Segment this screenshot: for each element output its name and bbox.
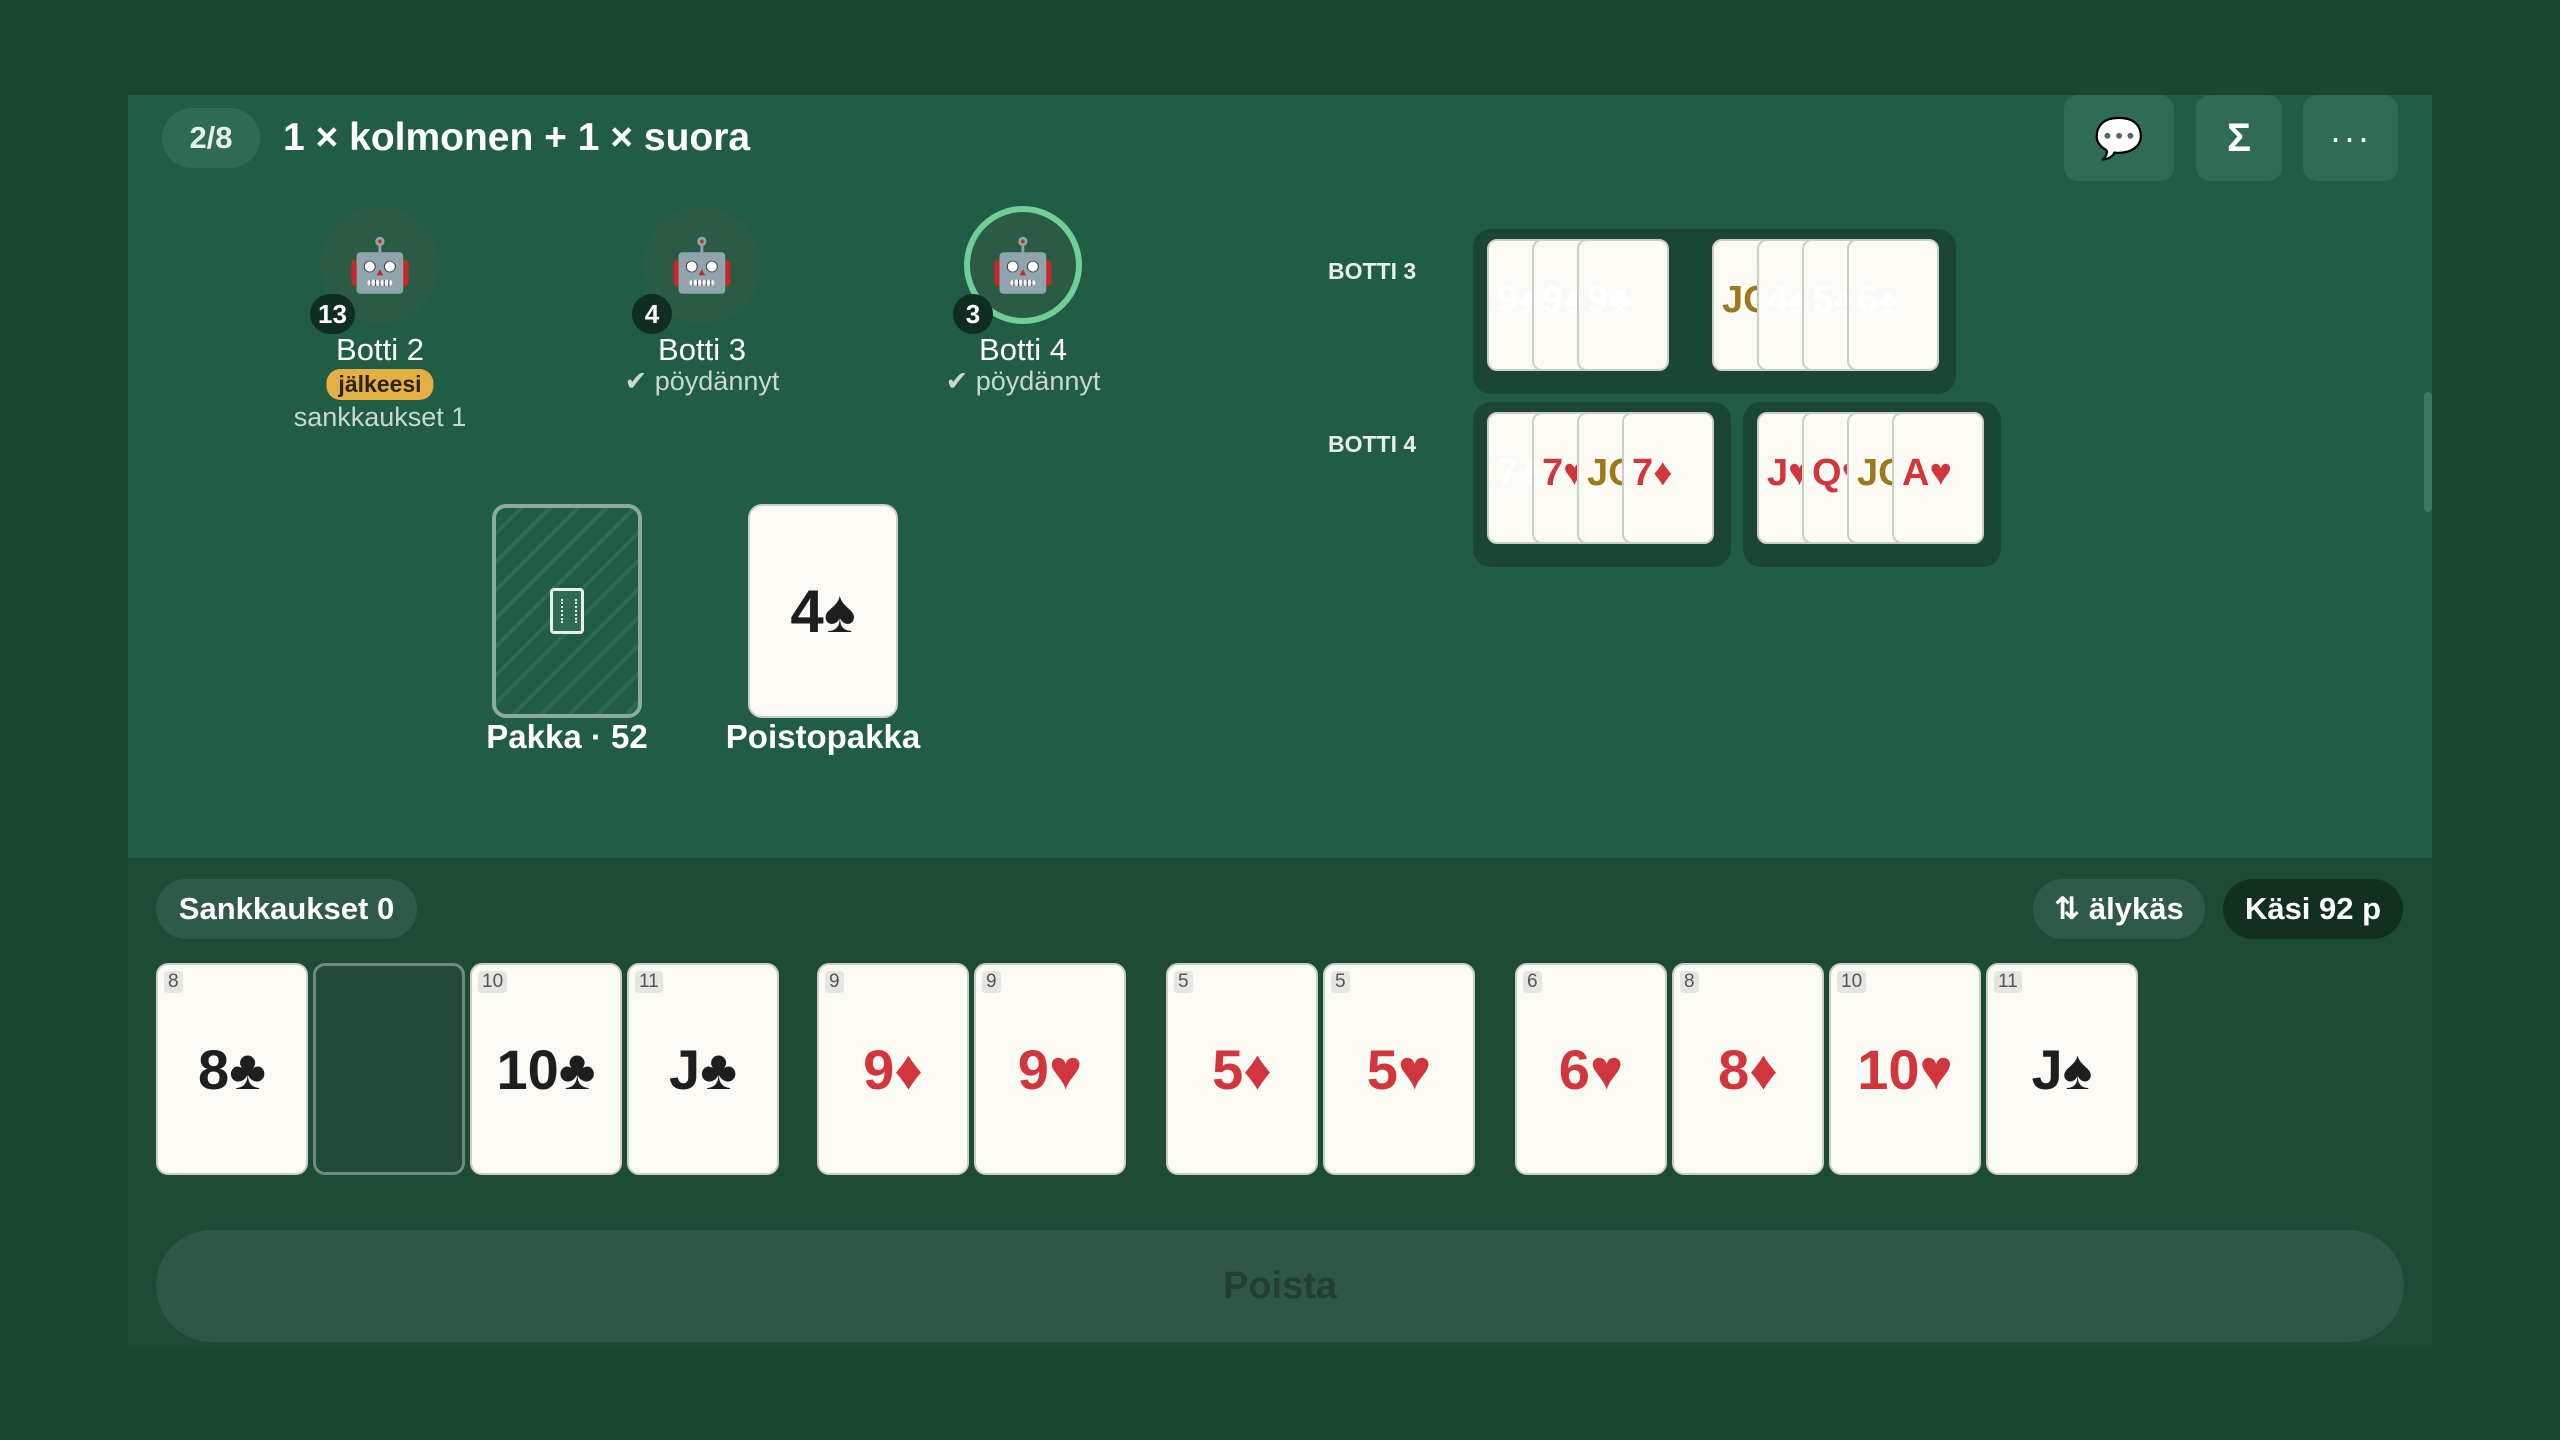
hand-card[interactable]: 8 8♦ <box>1672 963 1824 1175</box>
more-icon: ··· <box>2329 117 2372 158</box>
meld-group[interactable]: 7♣ 7♥ JOKERI 7♦ <box>1473 402 1731 567</box>
card-face: 5♥ <box>1366 1037 1432 1101</box>
hand-card-slot-empty[interactable] <box>313 963 465 1175</box>
card-face: J♠ <box>2031 1037 2093 1101</box>
scrollbar-handle[interactable] <box>2424 392 2432 512</box>
card-value-corner: 6 <box>1523 971 1542 993</box>
meld-label-botti-3: BOTTI 3 <box>1328 258 1417 284</box>
hand-points-badge: Käsi 92 p <box>2223 879 2403 939</box>
card-face: 9♥ <box>1017 1037 1083 1101</box>
sigma-icon: Σ <box>2226 115 2251 160</box>
card-count-badge: 13 <box>310 294 355 334</box>
card-deck-icon <box>550 588 584 634</box>
card-face: 8♦ <box>1718 1037 1778 1101</box>
card-face: 9♦ <box>863 1037 923 1101</box>
discard-button[interactable]: Poista <box>156 1230 2404 1342</box>
card-face: 5♦ <box>1212 1037 1272 1101</box>
meld-card: A♥ <box>1892 412 1984 544</box>
chat-icon: 💬 <box>2094 116 2144 161</box>
meld-label-botti-4: BOTTI 4 <box>1328 431 1417 457</box>
meld-card: 9♣ <box>1577 239 1669 371</box>
player-name: Botti 4 <box>979 332 1067 367</box>
card-face: 10♣ <box>496 1037 596 1101</box>
hand-card[interactable]: 11 J♠ <box>1986 963 2138 1175</box>
meld-group[interactable]: JOKERI 4♠ 5♠ 6♠ <box>1698 229 1956 394</box>
card-count-badge: 3 <box>953 294 993 334</box>
meld-group[interactable]: J♥ Q♥ JOKERI A♥ <box>1743 402 2001 567</box>
more-menu-button[interactable]: ··· <box>2303 95 2398 181</box>
meld-card: 7♦ <box>1622 412 1714 544</box>
card-value-corner: 5 <box>1174 971 1193 993</box>
card-face: 10♥ <box>1857 1037 1953 1101</box>
hand-card[interactable]: 10 10♣ <box>470 963 622 1175</box>
sankkaukset-counter: Sankkaukset 0 <box>156 879 417 939</box>
player-name: Botti 3 <box>658 332 746 367</box>
card-value-corner: 8 <box>1680 971 1699 993</box>
card-value-corner: 5 <box>1331 971 1350 993</box>
card-value-corner: 11 <box>1994 971 2022 993</box>
opponent-botti-4: 🤖 3 Botti 4 ✔ pöydännyt <box>913 206 1133 406</box>
discard-pile-label: Poistopakka <box>725 718 921 755</box>
scores-button[interactable]: Σ <box>2196 95 2282 181</box>
hand-card[interactable]: 8 8♣ <box>156 963 308 1175</box>
card-face: J♣ <box>669 1037 737 1101</box>
card-value-corner: 10 <box>1837 971 1867 993</box>
hand-card[interactable]: 9 9♦ <box>817 963 969 1175</box>
card-face: 6♥ <box>1558 1037 1624 1101</box>
opponent-botti-3: 🤖 4 Botti 3 ✔ pöydännyt <box>592 206 812 406</box>
player-status: ✔ pöydännyt <box>624 366 780 396</box>
card-value-corner: 10 <box>478 971 508 993</box>
draw-pile-label: Pakka · 52 <box>486 718 648 755</box>
hand-card[interactable]: 11 J♣ <box>627 963 779 1175</box>
player-status: sankkaukset 1 <box>293 402 467 432</box>
card-value-corner: 11 <box>635 971 663 993</box>
player-name: Botti 2 <box>336 332 424 367</box>
next-turn-badge: jälkeesi <box>326 369 434 400</box>
hand-card[interactable]: 5 5♦ <box>1166 963 1318 1175</box>
draw-pile[interactable] <box>492 504 642 718</box>
sort-button[interactable]: ⇅ älykäs <box>2033 879 2205 939</box>
card-face: 8♣ <box>198 1037 266 1101</box>
meld-card: 6♠ <box>1847 239 1939 371</box>
hand-card[interactable]: 10 10♥ <box>1829 963 1981 1175</box>
player-status: ✔ pöydännyt <box>945 366 1101 396</box>
opponent-botti-2: 🤖 13 Botti 2 jälkeesi sankkaukset 1 <box>270 206 490 436</box>
hand-card[interactable]: 5 5♥ <box>1323 963 1475 1175</box>
chat-button[interactable]: 💬 <box>2064 95 2174 181</box>
card-value-corner: 9 <box>982 971 1001 993</box>
meld-group[interactable]: 9♠ 9♠ 9♣ <box>1473 229 1733 394</box>
round-goal: 1 × kolmonen + 1 × suora <box>283 116 751 159</box>
card-value-corner: 8 <box>164 971 183 993</box>
discard-pile[interactable]: 4♠ <box>748 504 898 718</box>
hand-card[interactable]: 9 9♥ <box>974 963 1126 1175</box>
card-value-corner: 9 <box>825 971 844 993</box>
card-count-badge: 4 <box>632 294 672 334</box>
round-badge: 2/8 <box>162 108 260 168</box>
hand-card[interactable]: 6 6♥ <box>1515 963 1667 1175</box>
